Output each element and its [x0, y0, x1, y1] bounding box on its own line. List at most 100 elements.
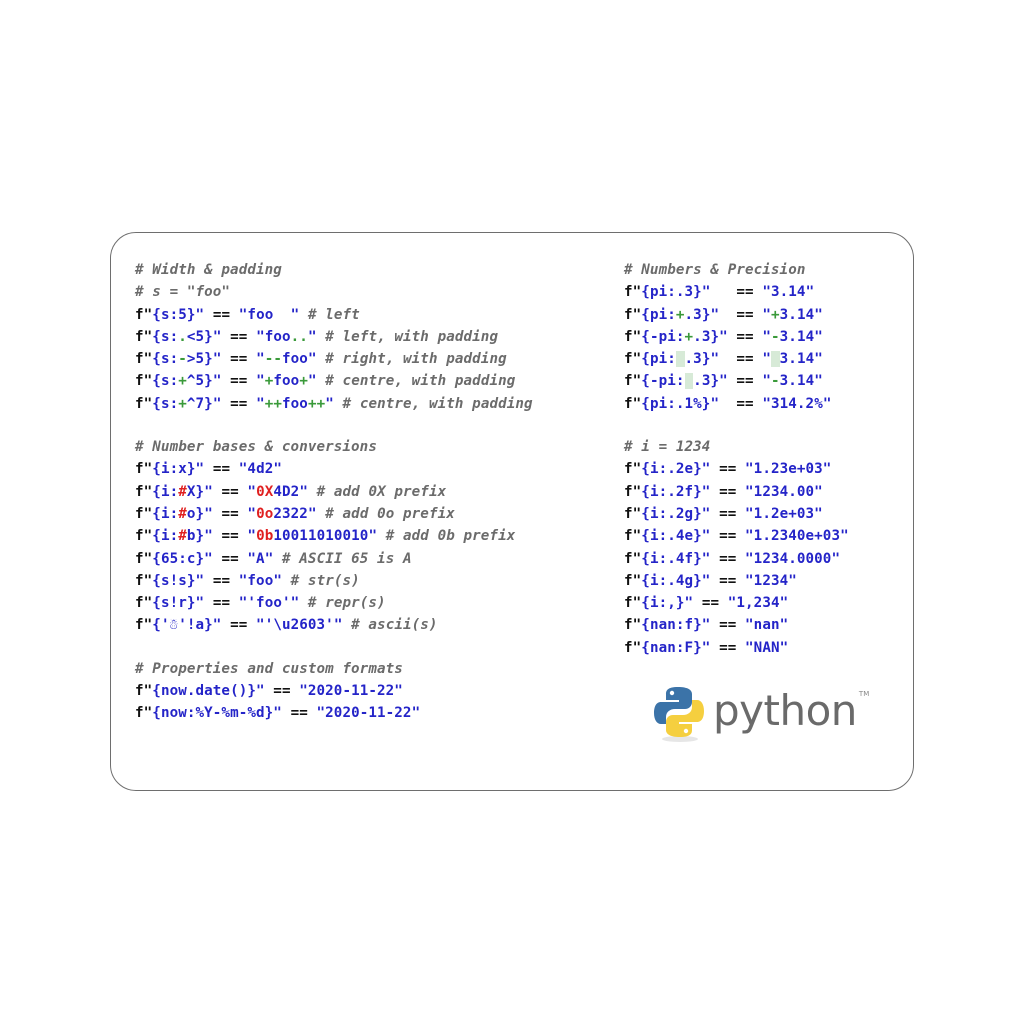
equals-operator: ==	[693, 595, 728, 612]
fstring-prefix: f"	[624, 639, 642, 656]
equals-operator: ==	[221, 373, 257, 390]
comment: # repr(s)	[299, 595, 386, 612]
quote: "	[822, 395, 832, 412]
equals-operator: ==	[710, 639, 746, 656]
quote: "	[256, 395, 265, 412]
fstring-prefix: f"	[624, 328, 642, 345]
format-spec: {i:.4g}	[641, 572, 702, 589]
equals-operator: ==	[710, 505, 746, 522]
quote: "	[368, 528, 378, 545]
fstring-prefix: f"	[624, 306, 642, 323]
fstring-prefix: f"	[135, 705, 153, 722]
result-value: "2020-11-22"	[299, 683, 403, 700]
equals-operator: ==	[719, 395, 763, 412]
section-title: # Number bases & conversions	[135, 439, 377, 456]
quote: "	[247, 505, 257, 522]
code-line: f"{i:.4e}" == "1.2340e+03"	[624, 525, 849, 547]
fstring-prefix: f"	[135, 461, 153, 478]
format-spec: {i:	[152, 505, 179, 522]
equals-operator: ==	[212, 483, 248, 500]
code-line: f"{pi:+.3}" == "+3.14"	[624, 304, 849, 326]
result-value: foo	[264, 328, 291, 345]
format-spec: {i:.4e}	[641, 528, 702, 545]
python-wordmark: python	[713, 685, 857, 735]
section-title: # Width & padding	[135, 262, 282, 278]
format-spec: .3}	[693, 328, 720, 345]
format-spec: {i:.2e}	[641, 461, 702, 478]
quote: "	[762, 306, 771, 323]
result-value: "nan"	[745, 617, 789, 634]
section-title: # Numbers & Precision	[624, 262, 806, 278]
format-spec: o}	[186, 505, 205, 522]
sign-char: +	[771, 306, 780, 323]
equals-operator: ==	[264, 683, 300, 700]
result-value: 'foo'	[247, 595, 291, 612]
fstring-prefix: f"	[624, 550, 642, 567]
code-line: f"{i:.4g}" == "1234"	[624, 570, 849, 592]
code-line: f"{s!r}" == "'foo'" # repr(s)	[135, 592, 533, 614]
fstring-prefix: f"	[624, 373, 642, 390]
format-spec: {now.date()}	[152, 683, 256, 700]
quote: "	[710, 395, 720, 412]
comment: # ascii(s)	[342, 617, 438, 634]
equals-operator: ==	[710, 550, 746, 567]
result-value: "1.23e+03"	[745, 461, 832, 478]
setup-comment: # s = "foo"	[135, 284, 231, 301]
code-line: f"{nan:F}" == "NAN"	[624, 637, 849, 659]
section-title: # Properties and custom formats	[135, 660, 403, 677]
result-value: 314.2%	[770, 395, 823, 412]
equals-operator: ==	[710, 528, 746, 545]
fstring-prefix: f"	[624, 595, 642, 612]
equals-operator: ==	[719, 306, 763, 323]
fstring-prefix: f"	[135, 528, 153, 545]
code-line: f"{s:.<5}" == "foo.." # left, with paddi…	[135, 326, 533, 348]
equals-operator: ==	[727, 328, 763, 345]
result-value: 2322	[273, 505, 308, 522]
fill-chars: ..	[290, 328, 308, 345]
format-spec: {i:.4f}	[641, 550, 702, 567]
quote: "	[325, 395, 334, 412]
integer-format-section: # i = 1234 f"{i:.2e}" == "1.23e+03" f"{i:…	[624, 436, 849, 659]
equals-operator: ==	[204, 572, 239, 589]
format-spec: {s:	[152, 395, 179, 412]
quote: "	[256, 351, 265, 368]
fstring-prefix: f"	[624, 461, 642, 478]
code-line: f"{now.date()}" == "2020-11-22"	[135, 680, 533, 702]
code-line: f"{s:5}" == "foo " # left	[135, 304, 533, 326]
format-spec: >5}	[186, 351, 213, 368]
format-spec: .3}	[693, 373, 720, 390]
format-spec: {pi:	[641, 351, 676, 368]
result-value: 3.14	[779, 373, 815, 390]
result-value: foo	[247, 572, 274, 589]
result-value: "1.2340e+03"	[745, 528, 849, 545]
format-spec: {pi:	[641, 395, 676, 412]
code-line: f"{i:,}" == "1,234"	[624, 592, 849, 614]
result-value: foo	[273, 373, 300, 390]
format-spec: {-pi:	[641, 328, 685, 345]
python-snake-icon	[654, 687, 704, 742]
quote: "	[204, 550, 213, 567]
fstring-prefix: f"	[135, 306, 153, 323]
fstring-prefix: f"	[624, 395, 642, 412]
format-spec: <5}	[186, 328, 213, 345]
quote: "	[814, 306, 823, 323]
quote: "	[814, 373, 823, 390]
quote: "	[290, 595, 300, 612]
alt-form-flag: #	[178, 505, 187, 522]
quote: "	[195, 595, 205, 612]
fill-chars: --	[264, 351, 283, 368]
code-line: f"{s:+^7}" == "++foo++" # centre, with p…	[135, 393, 533, 415]
format-spec: {i:.2g}	[641, 505, 702, 522]
fstring-prefix: f"	[135, 505, 153, 522]
result-value: "1234.0000"	[745, 550, 841, 567]
result-value: A	[256, 550, 265, 567]
quote: "	[256, 683, 265, 700]
quote: "	[307, 373, 317, 390]
fstring-prefix: f"	[624, 505, 642, 522]
properties-section: # Properties and custom formats f"{now.d…	[135, 658, 533, 725]
fstring-prefix: f"	[135, 328, 153, 345]
comment: # left	[299, 306, 360, 323]
format-spec: {s!s}	[152, 572, 196, 589]
format-spec: {s:	[152, 373, 179, 390]
alt-form-flag: #	[178, 528, 187, 545]
